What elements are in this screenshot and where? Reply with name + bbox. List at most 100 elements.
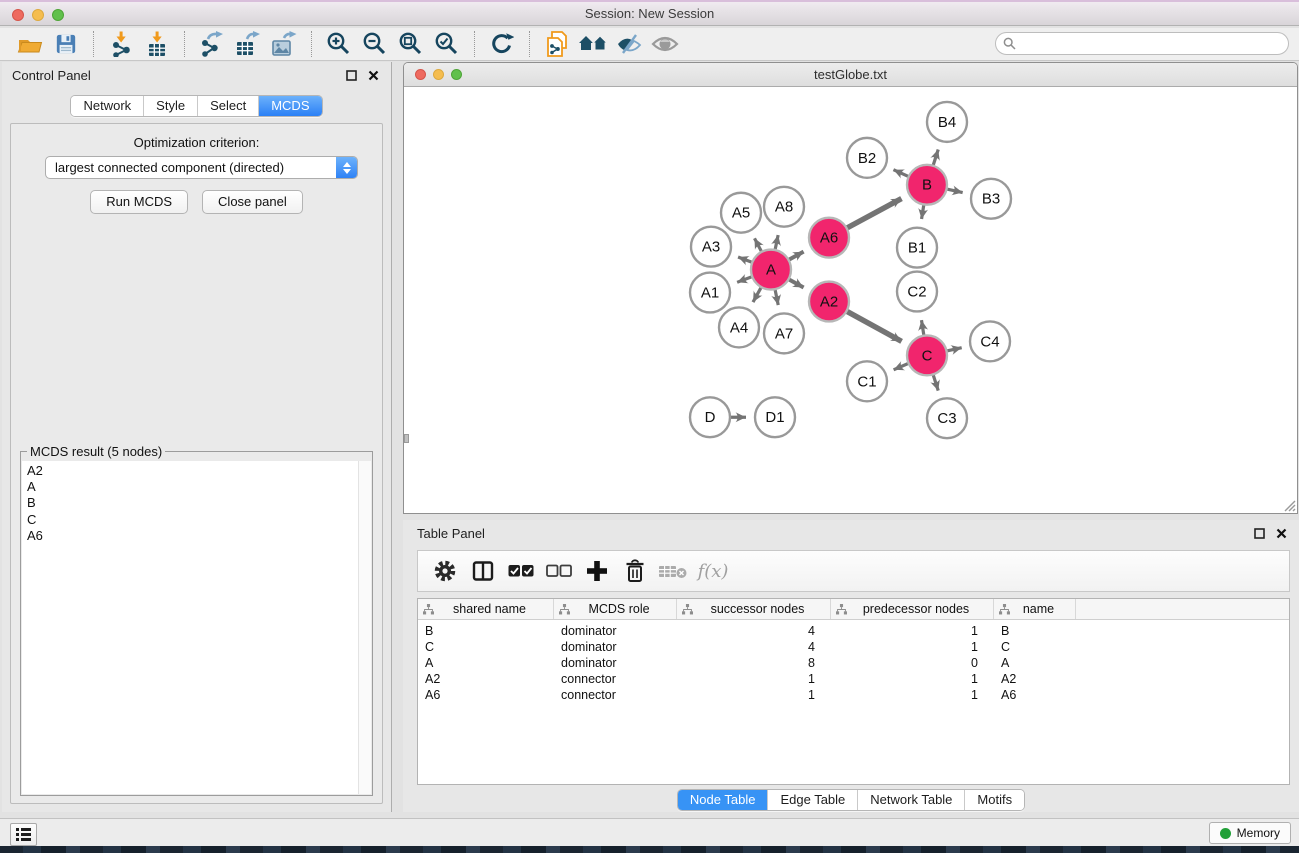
graph-node-A4[interactable]: A4 <box>719 307 759 347</box>
tab-motifs[interactable]: Motifs <box>964 790 1024 810</box>
graph-node-C3[interactable]: C3 <box>927 398 967 438</box>
float-panel-icon[interactable] <box>343 67 359 83</box>
graph-node-C4[interactable]: C4 <box>970 321 1010 361</box>
table-cell[interactable]: A6 <box>994 688 1076 702</box>
table-cell[interactable]: B <box>418 624 554 638</box>
table-cell[interactable]: dominator <box>554 656 677 670</box>
column-header-successor-nodes[interactable]: successor nodes <box>677 599 831 619</box>
table-cell[interactable]: 1 <box>831 624 994 638</box>
graph-node-A6[interactable]: A6 <box>809 218 849 258</box>
add-column-button[interactable] <box>580 554 614 588</box>
tab-style[interactable]: Style <box>143 96 197 116</box>
open-file-button[interactable] <box>12 29 48 59</box>
network-window-titlebar[interactable]: testGlobe.txt <box>404 63 1297 87</box>
table-cell[interactable]: A2 <box>994 672 1076 686</box>
table-row[interactable]: A2connector11A2 <box>418 671 1289 687</box>
mcds-result-list[interactable]: A2ABCA6 <box>22 461 371 794</box>
graph-node-D[interactable]: D <box>690 397 730 437</box>
node-table[interactable]: shared nameMCDS rolesuccessor nodesprede… <box>417 598 1290 785</box>
export-image-button[interactable] <box>266 29 302 59</box>
import-network-button[interactable] <box>103 29 139 59</box>
tab-edge-table[interactable]: Edge Table <box>767 790 857 810</box>
table-cell[interactable]: dominator <box>554 640 677 654</box>
table-cell[interactable]: 1 <box>677 688 831 702</box>
zoom-selected-button[interactable] <box>429 29 465 59</box>
table-row[interactable]: A6connector11A6 <box>418 687 1289 703</box>
close-panel-icon[interactable] <box>365 67 381 83</box>
network-minimize-icon[interactable] <box>433 69 444 80</box>
graph-node-A7[interactable]: A7 <box>764 313 804 353</box>
graph-node-B1[interactable]: B1 <box>897 228 937 268</box>
tab-network[interactable]: Network <box>71 96 143 116</box>
table-cell[interactable]: 1 <box>831 688 994 702</box>
table-cell[interactable]: C <box>994 640 1076 654</box>
table-cell[interactable]: A2 <box>418 672 554 686</box>
first-neighbors-button[interactable] <box>575 29 611 59</box>
table-cell[interactable]: 1 <box>831 672 994 686</box>
deselect-all-columns-button[interactable] <box>542 554 576 588</box>
tab-mcds[interactable]: MCDS <box>258 96 321 116</box>
zoom-out-button[interactable] <box>357 29 393 59</box>
refresh-button[interactable] <box>484 29 520 59</box>
close-window-icon[interactable] <box>12 9 24 21</box>
column-header-predecessor-nodes[interactable]: predecessor nodes <box>831 599 994 619</box>
delete-column-button[interactable] <box>618 554 652 588</box>
table-cell[interactable]: A6 <box>418 688 554 702</box>
table-row[interactable]: Cdominator41C <box>418 639 1289 655</box>
graph-node-B3[interactable]: B3 <box>971 179 1011 219</box>
graph-node-B2[interactable]: B2 <box>847 138 887 178</box>
graph-node-A3[interactable]: A3 <box>691 227 731 267</box>
column-header-MCDS-role[interactable]: MCDS role <box>554 599 677 619</box>
network-canvas[interactable]: B4B2BB3A8A5A6A3B1AC2A1A2A4A7C4CC1DD1C3 <box>404 88 1297 513</box>
criterion-dropdown[interactable]: largest connected component (directed) <box>45 156 358 179</box>
mcds-result-item[interactable]: A <box>22 479 371 495</box>
table-cell[interactable]: 4 <box>677 640 831 654</box>
network-maximize-icon[interactable] <box>451 69 462 80</box>
table-cell[interactable]: C <box>418 640 554 654</box>
mcds-result-item[interactable]: C <box>22 512 371 528</box>
graph-node-B[interactable]: B <box>907 165 947 205</box>
table-cell[interactable]: connector <box>554 688 677 702</box>
zoom-in-button[interactable] <box>321 29 357 59</box>
table-cell[interactable]: 8 <box>677 656 831 670</box>
network-close-icon[interactable] <box>415 69 426 80</box>
column-header-name[interactable]: name <box>994 599 1076 619</box>
show-graphics-details-button[interactable] <box>647 29 683 59</box>
task-history-button[interactable] <box>10 823 37 846</box>
column-settings-button[interactable] <box>428 554 462 588</box>
table-cell[interactable]: dominator <box>554 624 677 638</box>
split-table-button[interactable] <box>466 554 500 588</box>
mcds-result-item[interactable]: A2 <box>22 463 371 479</box>
tab-network-table[interactable]: Network Table <box>857 790 964 810</box>
float-table-panel-icon[interactable] <box>1251 525 1267 541</box>
resize-grip-icon[interactable] <box>1283 499 1296 512</box>
graph-node-A2[interactable]: A2 <box>809 282 849 322</box>
table-cell[interactable]: A <box>994 656 1076 670</box>
close-table-panel-icon[interactable] <box>1273 525 1289 541</box>
fullscreen-window-icon[interactable] <box>52 9 64 21</box>
graph-node-A[interactable]: A <box>751 250 791 290</box>
graph-node-D1[interactable]: D1 <box>755 397 795 437</box>
graph-node-B4[interactable]: B4 <box>927 102 967 142</box>
table-cell[interactable]: 0 <box>831 656 994 670</box>
graph-node-C[interactable]: C <box>907 335 947 375</box>
mcds-result-item[interactable]: B <box>22 495 371 511</box>
export-network-button[interactable] <box>194 29 230 59</box>
graph-node-A8[interactable]: A8 <box>764 187 804 227</box>
table-row[interactable]: Bdominator41B <box>418 623 1289 639</box>
graph-node-A5[interactable]: A5 <box>721 193 761 233</box>
table-cell[interactable]: connector <box>554 672 677 686</box>
export-table-button[interactable] <box>230 29 266 59</box>
network-from-file-button[interactable] <box>539 29 575 59</box>
apply-function-button[interactable]: f(x) <box>694 554 728 588</box>
graph-node-C1[interactable]: C1 <box>847 361 887 401</box>
column-header-shared-name[interactable]: shared name <box>418 599 554 619</box>
delete-table-button[interactable] <box>656 554 690 588</box>
close-panel-button[interactable]: Close panel <box>202 190 303 214</box>
splitter-handle[interactable] <box>404 434 409 443</box>
minimize-window-icon[interactable] <box>32 9 44 21</box>
select-all-columns-button[interactable] <box>504 554 538 588</box>
memory-button[interactable]: Memory <box>1209 822 1291 844</box>
hide-graphics-details-button[interactable] <box>611 29 647 59</box>
run-mcds-button[interactable]: Run MCDS <box>90 190 188 214</box>
